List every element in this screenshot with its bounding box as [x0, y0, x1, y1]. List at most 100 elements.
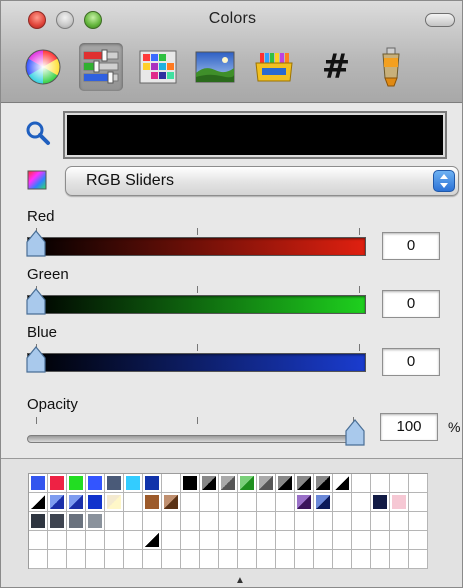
tab-crayons[interactable]: [252, 43, 296, 91]
tab-color-wheel[interactable]: [21, 43, 65, 91]
swatch-cell[interactable]: [181, 531, 200, 550]
swatch-cell[interactable]: [124, 550, 143, 569]
swatch-cell[interactable]: [352, 550, 371, 569]
blue-slider-knob[interactable]: [25, 346, 47, 374]
swatch-cell[interactable]: [333, 493, 352, 512]
swatch-cell[interactable]: [86, 493, 105, 512]
swatch-cell[interactable]: [67, 550, 86, 569]
swatch-cell[interactable]: [390, 493, 409, 512]
swatch-cell[interactable]: [352, 512, 371, 531]
swatch-cell[interactable]: [29, 550, 48, 569]
swatch-cell[interactable]: [257, 493, 276, 512]
swatch-cell[interactable]: [295, 512, 314, 531]
swatch-cell[interactable]: [105, 512, 124, 531]
swatch-cell[interactable]: [181, 512, 200, 531]
swatch-cell[interactable]: [295, 550, 314, 569]
swatch-cell[interactable]: [371, 531, 390, 550]
swatch-cell[interactable]: [409, 531, 428, 550]
swatch-cell[interactable]: [314, 512, 333, 531]
swatch-cell[interactable]: [143, 493, 162, 512]
blue-value-field[interactable]: 0: [382, 348, 440, 376]
swatch-cell[interactable]: [371, 512, 390, 531]
swatch-cell[interactable]: [162, 493, 181, 512]
swatch-cell[interactable]: [143, 550, 162, 569]
red-value-field[interactable]: 0: [382, 232, 440, 260]
swatch-cell[interactable]: [371, 550, 390, 569]
swatch-cell[interactable]: [48, 474, 67, 493]
swatch-cell[interactable]: [276, 493, 295, 512]
swatch-cell[interactable]: [409, 493, 428, 512]
opacity-slider-knob[interactable]: [344, 419, 366, 447]
swatch-cell[interactable]: [295, 493, 314, 512]
swatch-cell[interactable]: [162, 550, 181, 569]
swatch-cell[interactable]: [48, 531, 67, 550]
swatch-cell[interactable]: [371, 493, 390, 512]
swatch-cell[interactable]: [143, 474, 162, 493]
swatch-cell[interactable]: [257, 531, 276, 550]
swatch-cell[interactable]: [219, 531, 238, 550]
swatch-cell[interactable]: [143, 512, 162, 531]
swatch-cell[interactable]: [352, 531, 371, 550]
tab-paint-tube[interactable]: [369, 43, 413, 91]
swatch-cell[interactable]: [238, 474, 257, 493]
swatch-cell[interactable]: [48, 550, 67, 569]
swatch-cell[interactable]: [67, 474, 86, 493]
swatch-cell[interactable]: [295, 531, 314, 550]
swatch-cell[interactable]: [162, 531, 181, 550]
swatch-cell[interactable]: [390, 512, 409, 531]
swatch-cell[interactable]: [276, 531, 295, 550]
swatch-cell[interactable]: [67, 512, 86, 531]
swatch-cell[interactable]: [124, 531, 143, 550]
swatch-cell[interactable]: [257, 550, 276, 569]
swatch-cell[interactable]: [238, 550, 257, 569]
swatch-cell[interactable]: [219, 474, 238, 493]
swatch-cell[interactable]: [200, 531, 219, 550]
swatch-cell[interactable]: [257, 474, 276, 493]
swatch-cell[interactable]: [181, 493, 200, 512]
swatch-cell[interactable]: [257, 512, 276, 531]
toolbar-toggle-button[interactable]: [425, 13, 455, 27]
swatch-cell[interactable]: [181, 474, 200, 493]
mode-popup[interactable]: RGB Sliders: [65, 166, 459, 196]
swatch-cell[interactable]: [86, 512, 105, 531]
swatch-cell[interactable]: [352, 474, 371, 493]
swatch-cell[interactable]: [219, 512, 238, 531]
swatch-cell[interactable]: [200, 512, 219, 531]
swatch-cell[interactable]: [276, 512, 295, 531]
green-slider-knob[interactable]: [25, 288, 47, 316]
red-slider-knob[interactable]: [25, 230, 47, 258]
swatch-cell[interactable]: [238, 493, 257, 512]
swatch-cell[interactable]: [314, 474, 333, 493]
swatch-cell[interactable]: [390, 531, 409, 550]
swatch-cell[interactable]: [238, 512, 257, 531]
swatch-cell[interactable]: [48, 493, 67, 512]
red-slider-track[interactable]: [27, 237, 366, 256]
swatch-cell[interactable]: [105, 550, 124, 569]
swatch-cell[interactable]: [409, 474, 428, 493]
swatch-cell[interactable]: [276, 474, 295, 493]
swatch-cell[interactable]: [86, 550, 105, 569]
swatch-cell[interactable]: [105, 493, 124, 512]
swatch-cell[interactable]: [238, 531, 257, 550]
swatch-cell[interactable]: [200, 474, 219, 493]
opacity-slider-track[interactable]: [27, 435, 362, 443]
swatch-cell[interactable]: [29, 474, 48, 493]
swatch-cell[interactable]: [390, 550, 409, 569]
swatch-cell[interactable]: [181, 550, 200, 569]
swatch-cell[interactable]: [371, 474, 390, 493]
tab-color-sliders[interactable]: [79, 43, 123, 91]
opacity-value-field[interactable]: 100: [380, 413, 438, 441]
swatch-cell[interactable]: [200, 493, 219, 512]
swatch-cell[interactable]: [333, 474, 352, 493]
swatch-cell[interactable]: [162, 512, 181, 531]
swatch-cell[interactable]: [333, 512, 352, 531]
swatch-cell[interactable]: [390, 474, 409, 493]
swatch-cell[interactable]: [105, 474, 124, 493]
swatch-cell[interactable]: [48, 512, 67, 531]
tab-color-palettes[interactable]: [136, 43, 180, 91]
swatch-cell[interactable]: [314, 531, 333, 550]
tab-hex[interactable]: #: [314, 43, 358, 91]
swatch-cell[interactable]: [219, 550, 238, 569]
palette-resize-icon[interactable]: ▲: [235, 575, 245, 586]
swatch-cell[interactable]: [409, 550, 428, 569]
